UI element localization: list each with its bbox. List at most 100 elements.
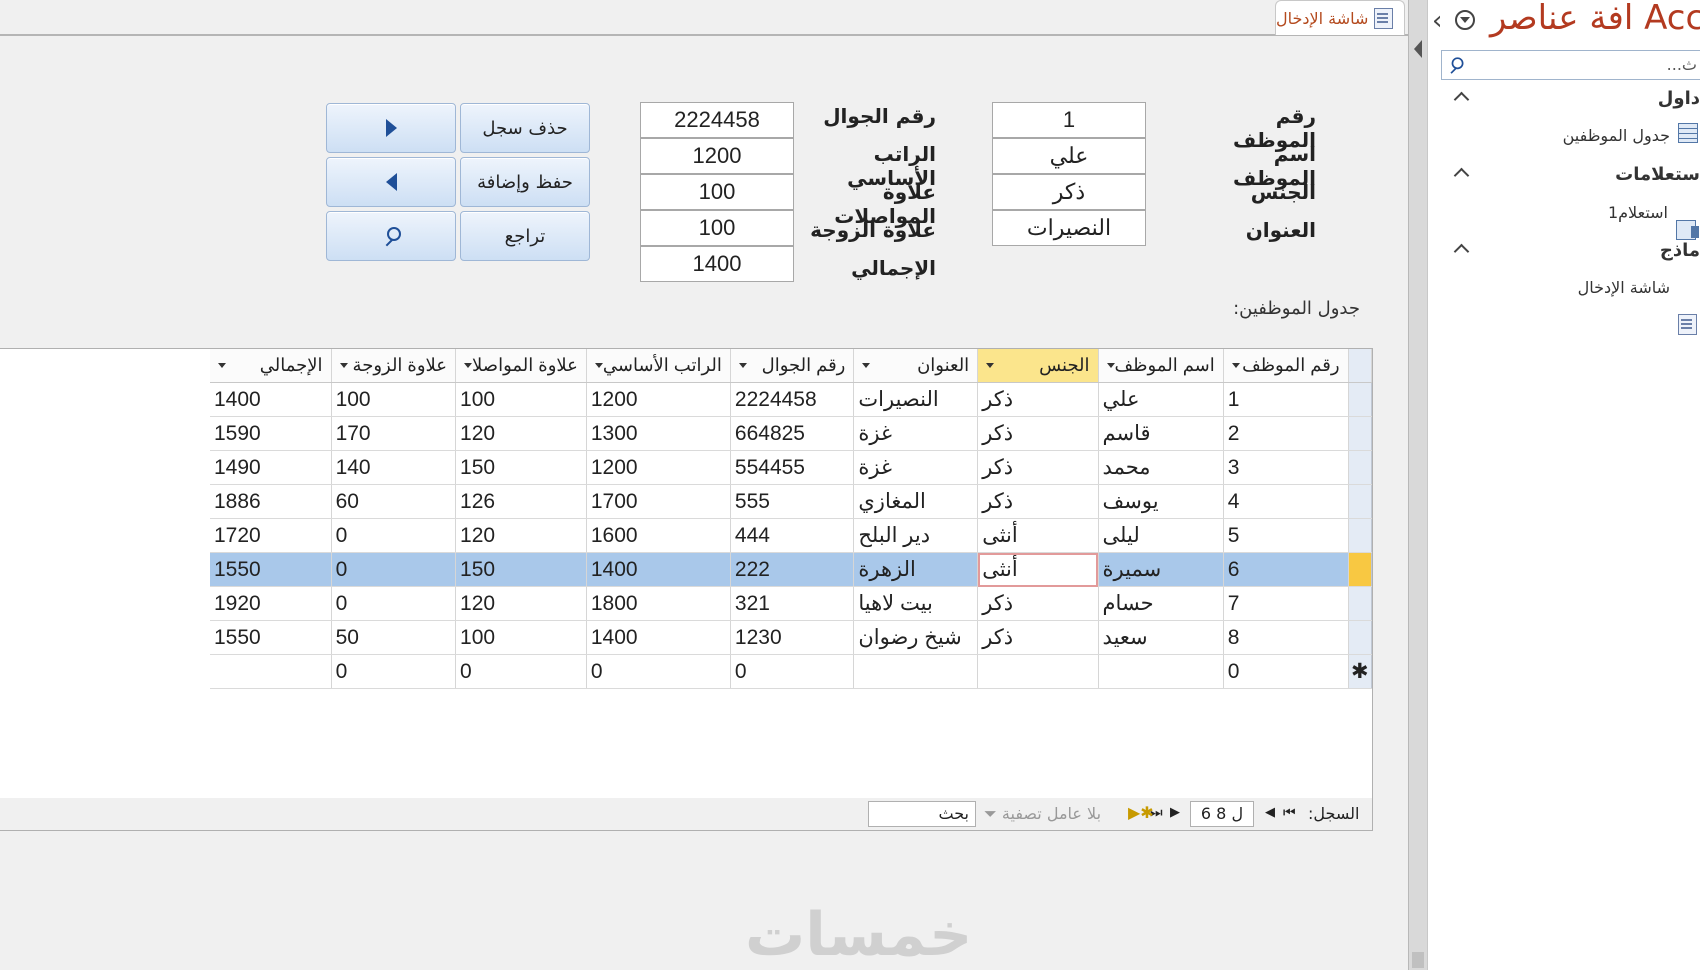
new-record-icon[interactable]: ▶✱ bbox=[1128, 803, 1154, 822]
table-cell[interactable]: 3 bbox=[1223, 450, 1349, 485]
table-cell[interactable]: 60 bbox=[331, 484, 457, 519]
table-cell[interactable]: 222 bbox=[730, 552, 855, 587]
new-row-selector[interactable]: ✱ bbox=[1348, 654, 1373, 689]
column-header[interactable]: الراتب الأساسي bbox=[586, 349, 731, 383]
address-field[interactable]: النصيرات bbox=[992, 210, 1146, 246]
table-cell[interactable]: 120 bbox=[455, 416, 587, 451]
table-cell[interactable]: دير البلح bbox=[853, 518, 979, 553]
table-cell[interactable]: 1200 bbox=[586, 382, 731, 417]
table-cell[interactable]: 444 bbox=[730, 518, 855, 553]
table-cell[interactable]: ذكر bbox=[977, 382, 1099, 417]
table-row[interactable]: 4 يوسف ذكر المغازي 555 1700 126 60 1886 bbox=[210, 484, 1373, 519]
previous-record-icon[interactable]: ◀ bbox=[1265, 805, 1275, 820]
pane-splitter[interactable] bbox=[1408, 0, 1428, 970]
row-selector[interactable] bbox=[1348, 450, 1373, 485]
table-cell[interactable]: ذكر bbox=[977, 620, 1099, 655]
column-header[interactable]: رقم الموظف bbox=[1223, 349, 1349, 383]
table-cell[interactable]: محمد bbox=[1098, 450, 1224, 485]
chevron-down-icon[interactable] bbox=[464, 363, 473, 368]
table-cell[interactable]: 100 bbox=[331, 382, 457, 417]
total-field[interactable]: 1400 bbox=[640, 246, 794, 282]
table-cell[interactable]: 150 bbox=[455, 450, 587, 485]
dropdown-circle-icon[interactable] bbox=[1455, 10, 1475, 30]
table-cell[interactable]: 1200 bbox=[586, 450, 731, 485]
table-cell[interactable]: 1400 bbox=[210, 382, 332, 417]
table-cell[interactable]: 1300 bbox=[586, 416, 731, 451]
employee-id-field[interactable]: 1 bbox=[992, 102, 1146, 138]
nav-group-tables[interactable]: داول bbox=[1600, 88, 1700, 109]
table-cell[interactable]: 1 bbox=[1223, 382, 1349, 417]
table-row[interactable]: 2 قاسم ذكر غزة 664825 1300 120 170 1590 bbox=[210, 416, 1373, 451]
search-box[interactable]: بحث bbox=[868, 801, 976, 827]
table-cell[interactable]: 1720 bbox=[210, 518, 332, 553]
table-cell[interactable] bbox=[853, 654, 979, 689]
table-cell[interactable]: 0 bbox=[455, 654, 587, 689]
table-cell[interactable]: بيت لاهيا bbox=[853, 586, 979, 621]
table-cell[interactable]: 0 bbox=[730, 654, 855, 689]
basic-salary-field[interactable]: 1200 bbox=[640, 138, 794, 174]
undo-button[interactable]: تراجع bbox=[460, 211, 590, 261]
table-row[interactable]: 7 حسام ذكر بيت لاهيا 321 1800 120 0 1920 bbox=[210, 586, 1373, 621]
first-record-icon[interactable]: ⏮ bbox=[1283, 805, 1296, 821]
table-cell[interactable]: 1400 bbox=[586, 552, 731, 587]
row-selector[interactable] bbox=[1348, 416, 1373, 451]
table-cell[interactable]: 0 bbox=[331, 518, 457, 553]
nav-search-input[interactable]: ث... bbox=[1441, 50, 1700, 80]
nav-item-employees-table[interactable]: جدول الموظفين bbox=[1520, 126, 1670, 145]
table-cell[interactable]: غزة bbox=[853, 450, 979, 485]
table-cell[interactable]: ذكر bbox=[977, 484, 1099, 519]
table-cell[interactable]: أنثى bbox=[977, 518, 1099, 553]
table-cell[interactable]: 1920 bbox=[210, 586, 332, 621]
table-cell[interactable]: 0 bbox=[331, 654, 457, 689]
table-cell[interactable]: ذكر bbox=[977, 416, 1099, 451]
table-cell[interactable]: 1230 bbox=[730, 620, 855, 655]
table-cell[interactable]: 120 bbox=[455, 518, 587, 553]
table-cell[interactable]: 120 bbox=[455, 586, 587, 621]
table-cell[interactable]: شيخ رضوان bbox=[853, 620, 979, 655]
table-cell[interactable]: 555 bbox=[730, 484, 855, 519]
document-tab[interactable]: شاشة الإدخال bbox=[1275, 0, 1405, 35]
table-cell[interactable]: أنثى bbox=[977, 552, 1099, 587]
column-header[interactable]: الإجمالي bbox=[210, 349, 332, 383]
employees-datasheet[interactable]: رقم الموظف اسم الموظف الجنس العنوان رقم … bbox=[0, 348, 1373, 800]
table-cell[interactable]: 1400 bbox=[586, 620, 731, 655]
table-cell[interactable]: 1800 bbox=[586, 586, 731, 621]
transport-allowance-field[interactable]: 100 bbox=[640, 174, 794, 210]
table-row[interactable]: 6 سميرة أنثى الزهرة 222 1400 150 0 1550 bbox=[210, 552, 1373, 587]
table-cell[interactable]: 1700 bbox=[586, 484, 731, 519]
chevron-down-icon[interactable] bbox=[986, 363, 995, 368]
previous-record-button[interactable] bbox=[326, 157, 456, 207]
table-cell[interactable]: 2 bbox=[1223, 416, 1349, 451]
row-selector[interactable] bbox=[1348, 620, 1373, 655]
column-header[interactable]: علاوة الزوجة bbox=[331, 349, 457, 383]
column-header[interactable]: الجنس bbox=[977, 349, 1099, 383]
next-record-icon[interactable]: ▶ bbox=[1170, 805, 1180, 820]
chevron-down-icon[interactable] bbox=[1231, 363, 1240, 368]
table-cell[interactable]: 0 bbox=[586, 654, 731, 689]
table-cell[interactable]: 170 bbox=[331, 416, 457, 451]
row-selector[interactable] bbox=[1348, 518, 1373, 553]
table-cell[interactable]: 4 bbox=[1223, 484, 1349, 519]
table-cell[interactable]: 5 bbox=[1223, 518, 1349, 553]
table-cell[interactable] bbox=[1098, 654, 1224, 689]
nav-item-entry-form[interactable]: شاشة الإدخال bbox=[1520, 278, 1670, 297]
table-cell[interactable]: 126 bbox=[455, 484, 587, 519]
table-cell[interactable]: 50 bbox=[331, 620, 457, 655]
select-all-corner[interactable] bbox=[1348, 349, 1373, 383]
row-selector[interactable] bbox=[1348, 484, 1373, 519]
delete-record-button[interactable]: حذف سجل bbox=[460, 103, 590, 153]
table-cell[interactable]: 1590 bbox=[210, 416, 332, 451]
table-cell[interactable]: ذكر bbox=[977, 450, 1099, 485]
column-header[interactable]: رقم الجوال bbox=[730, 349, 855, 383]
no-filter-indicator[interactable]: بلا عامل تصفية ⏷ bbox=[984, 804, 1101, 824]
table-cell[interactable]: 100 bbox=[455, 620, 587, 655]
table-cell[interactable]: يوسف bbox=[1098, 484, 1224, 519]
nav-group-forms[interactable]: ماذج bbox=[1600, 240, 1700, 261]
chevron-down-icon[interactable] bbox=[738, 363, 747, 368]
table-cell[interactable]: علي bbox=[1098, 382, 1224, 417]
table-cell[interactable]: 2224458 bbox=[730, 382, 855, 417]
table-cell[interactable]: ذكر bbox=[977, 586, 1099, 621]
mobile-field[interactable]: 2224458 bbox=[640, 102, 794, 138]
save-add-button[interactable]: حفظ وإضافة bbox=[460, 157, 590, 207]
table-cell[interactable]: 664825 bbox=[730, 416, 855, 451]
